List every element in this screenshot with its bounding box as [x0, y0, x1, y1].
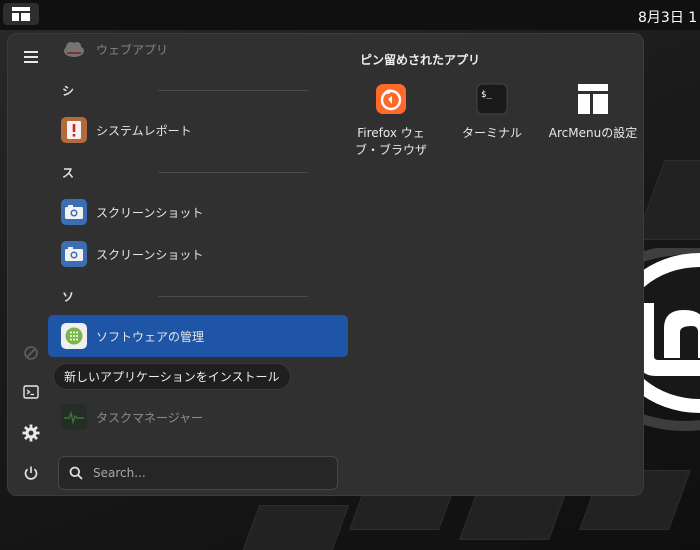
list-item-label: システムレポート	[96, 123, 192, 138]
search-icon	[69, 466, 83, 480]
camera-icon	[61, 199, 87, 225]
install-apps-tooltip: 新しいアプリケーションをインストール	[53, 363, 291, 390]
arcmenu-settings-icon	[576, 82, 610, 116]
system-report-icon	[61, 117, 87, 143]
app-list: ウェブアプリ シ システムレポート ス スクリーンショット スクリーンショット …	[48, 34, 348, 454]
section-header: シ	[62, 82, 308, 98]
terminal-icon: $_	[475, 82, 509, 116]
search-box[interactable]	[58, 456, 338, 490]
list-item-task-manager[interactable]: タスクマネージャー	[48, 396, 348, 438]
section-letter: ソ	[62, 289, 75, 304]
background-tile	[240, 505, 350, 550]
section-letter: シ	[62, 83, 75, 98]
cloud-icon	[61, 36, 87, 62]
pinned-apps-title: ピン留めされたアプリ	[360, 53, 481, 67]
camera-icon	[61, 241, 87, 267]
gear-icon	[22, 424, 40, 442]
top-bar: 8月3日 1	[0, 0, 700, 30]
search-input[interactable]	[93, 466, 323, 480]
list-item-software-manager[interactable]: ソフトウェアの管理	[48, 315, 348, 357]
arcmenu-icon	[12, 7, 30, 21]
list-item-screenshot-2[interactable]: スクリーンショット	[48, 233, 348, 275]
hamburger-icon	[24, 51, 38, 63]
software-manager-icon	[61, 323, 87, 349]
list-item-system-report[interactable]: システムレポート	[48, 109, 348, 151]
pinned-app-terminal[interactable]: $_ ターミナル	[447, 82, 537, 142]
section-header: ソ	[62, 288, 308, 304]
power-button[interactable]	[20, 462, 42, 484]
pinned-app-label: Firefox ウェブ・ブラウザ	[354, 126, 427, 157]
list-item-label: スクリーンショット	[96, 247, 204, 262]
hamburger-menu-button[interactable]	[20, 46, 42, 68]
settings-button[interactable]	[20, 422, 42, 444]
pinned-app-arcmenu-settings[interactable]: ArcMenuの設定	[548, 82, 638, 142]
divider	[158, 90, 308, 91]
list-item-screenshot-1[interactable]: スクリーンショット	[48, 191, 348, 233]
terminal-shortcut-button[interactable]	[20, 381, 42, 403]
blocked-icon	[24, 346, 38, 360]
background-tile	[635, 160, 700, 240]
firefox-icon	[374, 82, 408, 116]
arcmenu-panel: ウェブアプリ シ システムレポート ス スクリーンショット スクリーンショット …	[7, 33, 644, 496]
task-manager-icon	[61, 404, 87, 430]
pinned-app-firefox[interactable]: Firefox ウェブ・ブラウザ	[346, 82, 436, 159]
section-letter: ス	[62, 165, 75, 180]
svg-text:$_: $_	[481, 90, 492, 100]
divider	[158, 296, 308, 297]
arcmenu-button[interactable]	[3, 3, 39, 25]
list-item-label: ソフトウェアの管理	[96, 329, 205, 344]
clock[interactable]: 8月3日 1	[638, 7, 697, 27]
terminal-icon	[23, 385, 39, 399]
section-header: ス	[62, 164, 308, 180]
list-item-web-apps[interactable]: ウェブアプリ	[48, 34, 348, 70]
pinned-app-label: ArcMenuの設定	[548, 126, 638, 140]
list-item-label: スクリーンショット	[96, 205, 204, 220]
divider	[158, 172, 308, 173]
blocked-button[interactable]	[20, 342, 42, 364]
pinned-app-label: ターミナル	[461, 126, 522, 140]
power-icon	[24, 466, 38, 480]
list-item-label: ウェブアプリ	[96, 42, 169, 57]
list-item-label: タスクマネージャー	[96, 410, 204, 425]
